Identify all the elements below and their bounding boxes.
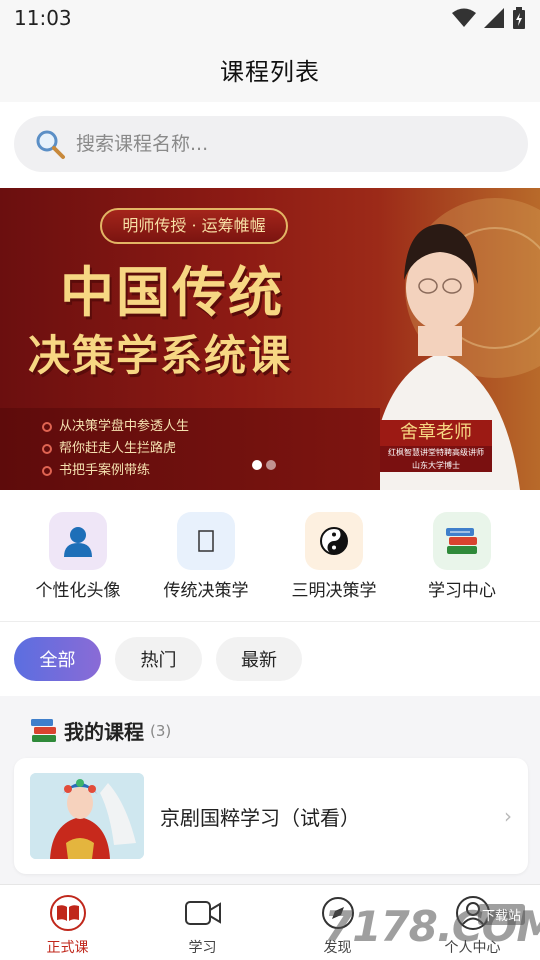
yin-yang-icon (305, 512, 363, 570)
nav-label: 学习 (188, 940, 217, 956)
nav-label: 正式课 (46, 940, 89, 956)
books-icon (31, 718, 56, 742)
quick-label: 个性化头像 (35, 581, 121, 601)
course-card[interactable]: 京剧国粹学习（试看） › (14, 758, 528, 874)
nav-item-study[interactable]: 学习 (135, 885, 270, 960)
banner-bullet: 从决策学盘中参透人生 (42, 416, 189, 438)
open-book-icon (48, 893, 88, 933)
search-input[interactable] (76, 133, 476, 155)
course-count: (3) (150, 721, 172, 740)
course-thumbnail (30, 773, 144, 859)
filter-tabs: 全部 热门 最新 (0, 622, 540, 696)
status-icons (452, 7, 526, 29)
quick-menu: 个性化头像 传统决策学 三明决策学 学习中心 (0, 490, 540, 622)
bullet-dot-icon (42, 444, 52, 454)
teacher-school: 山东大学博士 (380, 459, 492, 472)
quick-label: 三明决策学 (291, 581, 377, 601)
avatar-icon (49, 512, 107, 570)
bullet-dot-icon (42, 466, 52, 476)
quick-item-avatar[interactable]: 个性化头像 (14, 490, 142, 622)
tradition-icon (177, 512, 235, 570)
status-time: 11:03 (14, 6, 72, 30)
teacher-badge: 舍章老师 红枫智慧讲堂特聘高级讲师 山东大学博士 (380, 420, 492, 472)
banner-dot-active[interactable] (252, 460, 262, 470)
quick-item-study-center[interactable]: 学习中心 (398, 490, 526, 622)
page-header: 课程列表 (0, 36, 540, 102)
site-watermark-tag: 下载站 (478, 904, 526, 925)
banner-bullet: 书把手案例带练 (42, 460, 189, 482)
my-courses-section: 我的课程 (3) 京剧国粹学习（试看） › (0, 696, 540, 884)
banner-tagline: 明师传授 · 运筹帷幄 (100, 208, 288, 244)
banner-bullets: 从决策学盘中参透人生 帮你赶走人生拦路虎 书把手案例带练 (42, 416, 189, 482)
wifi-icon (452, 8, 476, 27)
filter-tab-hot[interactable]: 热门 (115, 637, 202, 681)
filter-tab-latest[interactable]: 最新 (216, 637, 302, 681)
search-icon (36, 130, 65, 159)
filter-tab-all[interactable]: 全部 (14, 637, 101, 681)
section-header: 我的课程 (3) (30, 716, 171, 745)
video-camera-icon (183, 893, 223, 933)
battery-icon (513, 7, 525, 29)
books-icon (433, 512, 491, 570)
bullet-dot-icon (42, 422, 52, 432)
teacher-title: 红枫智慧讲堂特聘高级讲师 (380, 446, 492, 459)
status-bar: 11:03 (0, 0, 540, 36)
teacher-name: 舍章老师 (380, 420, 492, 446)
search-bar[interactable] (14, 116, 528, 172)
banner-subheadline: 决策学系统课 (28, 331, 293, 380)
section-title: 我的课程 (64, 720, 144, 744)
promo-banner[interactable]: 明师传授 · 运筹帷幄 中国传统 决策学系统课 从决策学盘中参透人生 帮你赶走人… (0, 188, 540, 490)
banner-pagination (252, 460, 276, 470)
banner-dot[interactable] (266, 460, 276, 470)
chevron-right-icon: › (504, 804, 512, 828)
signal-icon (484, 8, 504, 28)
nav-item-formal-course[interactable]: 正式课 (0, 885, 135, 960)
banner-headline: 中国传统 (60, 260, 284, 324)
page-title: 课程列表 (220, 57, 320, 86)
quick-item-sanming[interactable]: 三明决策学 (270, 490, 398, 622)
search-section (0, 102, 540, 188)
quick-label: 学习中心 (428, 581, 496, 601)
quick-item-tradition[interactable]: 传统决策学 (142, 490, 270, 622)
quick-label: 传统决策学 (163, 581, 249, 601)
banner-bullet: 帮你赶走人生拦路虎 (42, 438, 189, 460)
course-name: 京剧国粹学习（试看） (160, 805, 360, 830)
